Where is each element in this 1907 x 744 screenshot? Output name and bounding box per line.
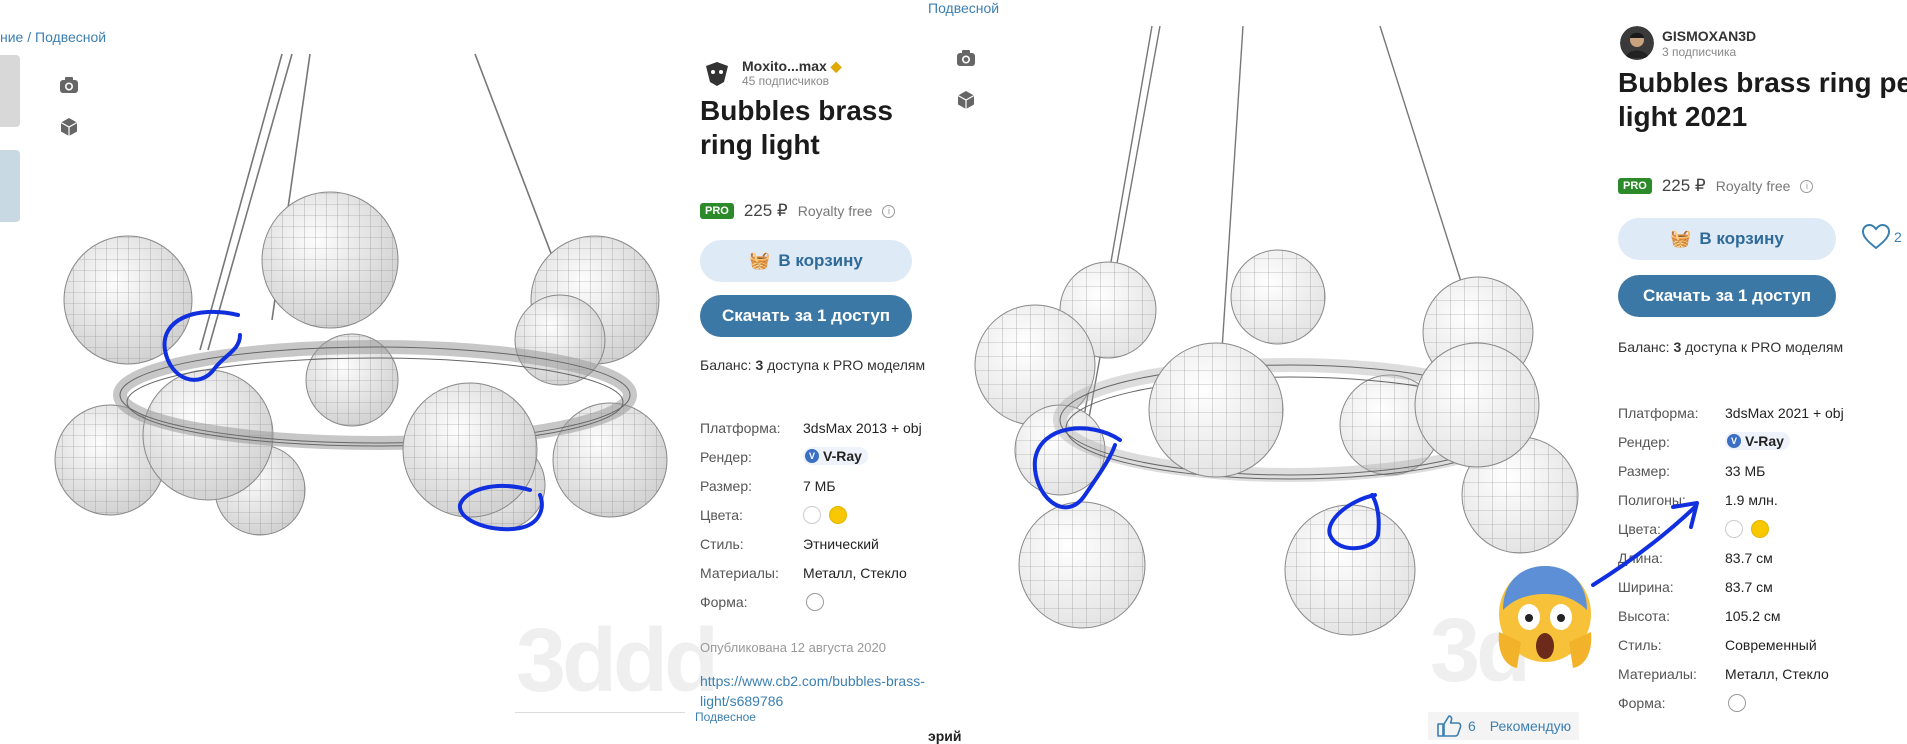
thumbnail-1[interactable]	[0, 55, 20, 127]
spec-style[interactable]: Этнический	[803, 536, 879, 552]
render-badge[interactable]: V V-Ray	[803, 447, 868, 465]
model-viewport[interactable]	[40, 50, 680, 550]
annotation-circle-1	[162, 309, 242, 382]
price-row: PRO 225 ₽ Royalty free i	[700, 201, 896, 221]
add-to-cart-button-right[interactable]: 🧺 В корзину	[1618, 218, 1836, 260]
model-viewport-right[interactable]	[960, 20, 1580, 640]
thumbnail-2[interactable]	[0, 150, 20, 222]
shape-round-icon[interactable]	[806, 593, 824, 611]
divider	[515, 712, 685, 713]
like-count: 2	[1894, 229, 1902, 245]
color-swatch-gold[interactable]	[829, 506, 847, 524]
spec-materials[interactable]: Металл, Стекло	[803, 565, 907, 581]
product-title: Bubbles brass ring light	[700, 95, 893, 160]
shape-round-icon[interactable]	[1728, 694, 1746, 712]
published-date: Опубликована 12 августа 2020	[700, 640, 886, 655]
author-name-right[interactable]: GISMOXAN3D	[1662, 28, 1756, 44]
info-icon[interactable]: i	[1800, 179, 1814, 193]
render-badge[interactable]: V V-Ray	[1725, 432, 1790, 450]
basket-icon: 🧺	[1670, 229, 1692, 248]
balance: Баланс: 3 доступа к PRO моделям	[700, 357, 926, 373]
basket-icon: 🧺	[749, 251, 771, 270]
color-swatch-gold[interactable]	[1751, 520, 1769, 538]
vray-icon: V	[1727, 434, 1741, 448]
avatar-right[interactable]	[1620, 26, 1654, 60]
breadcrumb-right[interactable]: Подвесной	[928, 0, 999, 16]
thumbs-up-icon	[1437, 715, 1462, 737]
spec-platform: 3dsMax 2013 + obj	[803, 420, 922, 436]
add-to-cart-button[interactable]: 🧺 В корзину	[700, 240, 912, 282]
favorite-button[interactable]: 2	[1862, 224, 1902, 250]
license-label: Royalty free	[797, 203, 873, 219]
heart-icon[interactable]	[1862, 224, 1890, 250]
recommend-count: 6	[1468, 718, 1476, 734]
recommend-label: Рекомендую	[1489, 718, 1572, 734]
verified-badge-icon: ◆	[830, 58, 842, 74]
product-title-right: Bubbles brass ring pen light 2021	[1618, 67, 1907, 132]
price: 225 ₽	[743, 201, 788, 220]
section-heading-partial: эрий	[928, 728, 962, 744]
license-label: Royalty free	[1715, 178, 1791, 194]
price-row-right: PRO 225 ₽ Royalty free i	[1618, 176, 1814, 196]
download-button[interactable]: Скачать за 1 доступ	[700, 295, 912, 337]
balance-right: Баланс: 3 доступа к PRO моделям	[1618, 339, 1844, 355]
recommend-button[interactable]: 6 Рекомендую	[1428, 712, 1580, 740]
globes-front	[402, 382, 538, 518]
spec-table: Платформа: 3dsMax 2013 + obj Рендер: V V-R…	[700, 420, 922, 611]
source-link[interactable]: https://www.cb2.com/bubbles-brass- light…	[700, 671, 940, 711]
annotation-arrow	[1591, 501, 1699, 587]
color-swatch-white[interactable]	[803, 506, 821, 524]
shocked-face-icon	[1498, 566, 1592, 668]
info-icon[interactable]: i	[882, 204, 896, 218]
author-name[interactable]: Moxito...max	[742, 58, 827, 74]
author-subscribers-right: 3 подписчика	[1662, 45, 1737, 59]
spec-size: 7 МБ	[803, 478, 836, 494]
author-subscribers: 45 подписчиков	[742, 74, 830, 88]
color-swatch-white[interactable]	[1725, 520, 1743, 538]
avatar[interactable]	[700, 56, 734, 90]
price: 225 ₽	[1661, 176, 1706, 195]
spec-polygons: 1.9 млн.	[1725, 492, 1778, 508]
bottom-crumb[interactable]: Подвесное	[695, 710, 756, 724]
download-button-right[interactable]: Скачать за 1 доступ	[1618, 275, 1836, 317]
pro-badge: PRO	[700, 203, 734, 219]
breadcrumb[interactable]: ние / Подвесной	[0, 29, 106, 45]
vray-icon: V	[805, 449, 819, 463]
pro-badge: PRO	[1618, 178, 1652, 194]
watermark: 3ddd	[516, 611, 719, 711]
